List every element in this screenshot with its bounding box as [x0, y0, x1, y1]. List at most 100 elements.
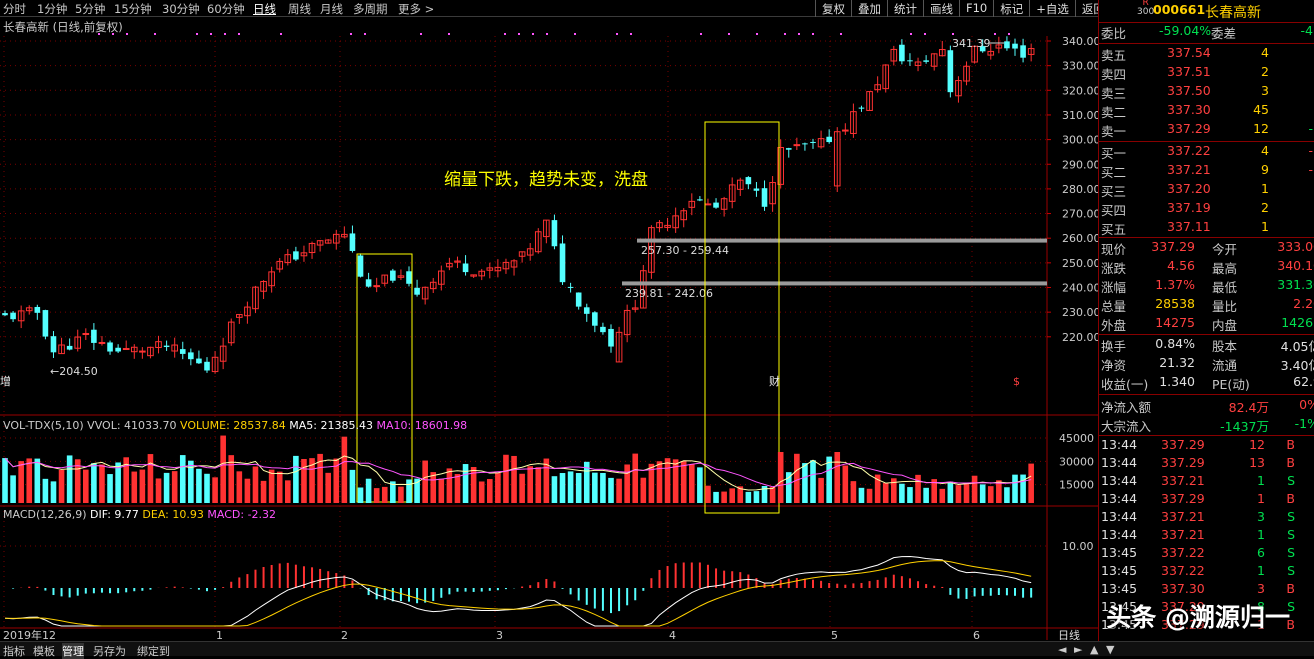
tick-row: 13:44 337.29 12 B — [1101, 437, 1314, 455]
volume-bar — [495, 472, 501, 503]
volume-bar — [115, 462, 121, 503]
toolbar-button[interactable]: +自选 — [1029, 0, 1075, 17]
signal-mark — [994, 33, 996, 35]
toolbar-button[interactable]: 画线 — [923, 0, 959, 17]
signal-mark — [420, 33, 422, 35]
sell-level: 卖五 337.54 4 — [1101, 45, 1314, 63]
toolbar-button[interactable]: 标记 — [993, 0, 1029, 17]
volume-bar — [745, 491, 752, 503]
tick-row: 13:44 337.29 1 B — [1101, 491, 1314, 509]
period-item[interactable]: 日线 — [253, 1, 276, 17]
tick-price: 337.22 — [1161, 545, 1205, 560]
volume-bar — [963, 483, 970, 503]
bottom-tab-bar: 指标 模板 管理 另存为 绑定到 ◄ ► ▲ ▼ — [0, 641, 1314, 659]
event-marker: 财 — [769, 374, 780, 388]
support-zone-lower — [622, 281, 1047, 286]
candle-body — [10, 312, 16, 320]
period-item[interactable]: 分时 — [3, 1, 26, 17]
volume-legend: VOL-TDX(5,10) VVOL: 41033.70 VOLUME: 285… — [3, 419, 467, 432]
volume-bar — [567, 471, 574, 503]
volume-bar — [83, 469, 89, 503]
quote-value: 331.30 — [1277, 277, 1314, 292]
stats-label: 流通 — [1212, 358, 1238, 373]
divider — [1099, 43, 1314, 44]
buy-level: 买四 337.19 2 — [1101, 200, 1314, 218]
period-item[interactable]: 1分钟 — [37, 1, 67, 17]
period-item[interactable]: 15分钟 — [114, 1, 152, 17]
toolbar-button[interactable]: 统计 — [887, 0, 923, 17]
scroll-arrow-icon[interactable]: ▼ — [1106, 643, 1114, 656]
volume-bar — [252, 466, 259, 503]
volume-bar — [915, 474, 921, 503]
quote-panel: R 300 000661 长春高新 委比 -59.04% 委差 -4 卖五 337.54 4 卖四 33… — [1098, 0, 1314, 641]
tick-volume: 3 — [1257, 509, 1265, 524]
toolbar-button[interactable]: 叠加 — [851, 0, 887, 17]
candle-body — [179, 349, 186, 354]
tick-direction: B — [1286, 437, 1295, 452]
event-marker: 增 — [0, 374, 11, 388]
scroll-arrow-icon[interactable]: ▲ — [1090, 643, 1098, 656]
tick-time: 13:45 — [1101, 581, 1138, 596]
signal-mark — [924, 33, 926, 35]
volume-bar — [422, 460, 428, 503]
candle-body — [82, 333, 90, 336]
period-item[interactable]: 60分钟 — [207, 1, 245, 17]
volume-bar — [785, 472, 792, 503]
bottom-tab[interactable]: 管理 — [62, 643, 84, 659]
bottom-tab[interactable]: 另存为 — [93, 643, 126, 659]
scroll-arrow-icon[interactable]: ► — [1074, 643, 1082, 656]
sell-price: 337.50 — [1167, 83, 1211, 98]
toolbar-button[interactable]: 复权 — [815, 0, 851, 17]
volume-bar — [50, 481, 57, 503]
kline-chart[interactable]: 340.00330.00320.00310.00300.00290.00280.… — [0, 18, 1098, 640]
quote-row: 现价 337.29 今开 333.00 — [1101, 239, 1314, 257]
bottom-tab[interactable]: 模板 — [33, 643, 55, 659]
scroll-arrow-icon[interactable]: ◄ — [1058, 643, 1066, 656]
weibi-value: -59.04% — [1159, 23, 1212, 38]
weibi-label: 委比 — [1101, 26, 1127, 41]
divider — [1099, 334, 1314, 335]
price-axis-label: 250.00 — [1062, 257, 1098, 270]
tick-direction: B — [1286, 581, 1295, 596]
flow-value: -1437万 — [1220, 419, 1269, 434]
signal-mark — [952, 33, 954, 35]
candle-body — [697, 199, 703, 201]
signal-mark — [574, 33, 576, 35]
candle-body — [293, 251, 299, 260]
volume-bar — [260, 480, 267, 503]
bottom-tab[interactable]: 绑定到 — [137, 643, 170, 659]
bottom-tab[interactable]: 指标 — [3, 643, 25, 659]
macd-legend: MACD(12,26,9) DIF: 9.77 DEA: 10.93 MACD:… — [3, 508, 276, 521]
quote-label: 现价 — [1101, 242, 1127, 257]
quote-value: 340.10 — [1277, 258, 1314, 273]
period-item[interactable]: 更多 > — [398, 1, 434, 17]
volume-bar — [293, 455, 299, 503]
volume-bar — [139, 469, 146, 503]
price-axis-label: 280.00 — [1062, 183, 1098, 196]
signal-mark — [448, 33, 450, 35]
signal-mark — [98, 33, 100, 35]
volume-bar — [10, 475, 16, 503]
quote-value: 4.56 — [1167, 258, 1195, 273]
period-item[interactable]: 月线 — [320, 1, 343, 17]
tick-price: 337.29 — [1161, 491, 1205, 506]
volume-bar — [341, 436, 348, 503]
period-item[interactable]: 5分钟 — [75, 1, 105, 17]
sell-label: 卖一 — [1101, 124, 1127, 139]
sell-volume: 12 — [1253, 121, 1269, 136]
period-item[interactable]: 30分钟 — [162, 1, 200, 17]
buy-label: 买二 — [1101, 165, 1127, 180]
candle-body — [704, 203, 712, 206]
period-item[interactable]: 周线 — [288, 1, 311, 17]
volume-bar — [705, 485, 711, 503]
watermark: 头条 @溯源归一 — [1106, 603, 1290, 632]
stats-value: 4.05亿 — [1280, 339, 1314, 354]
date-axis-label: 6 — [973, 629, 980, 640]
buy-label: 买五 — [1101, 222, 1127, 237]
candle-body — [414, 287, 420, 295]
weibi-row: 委比 -59.04% 委差 -4 — [1101, 23, 1314, 41]
period-item[interactable]: 多周期 — [353, 1, 388, 17]
chart-toolbar: 复权 叠加 统计 画线 F10 标记 +自选 返回 — [815, 0, 1111, 17]
signal-mark — [798, 33, 800, 35]
toolbar-button[interactable]: F10 — [959, 0, 993, 17]
